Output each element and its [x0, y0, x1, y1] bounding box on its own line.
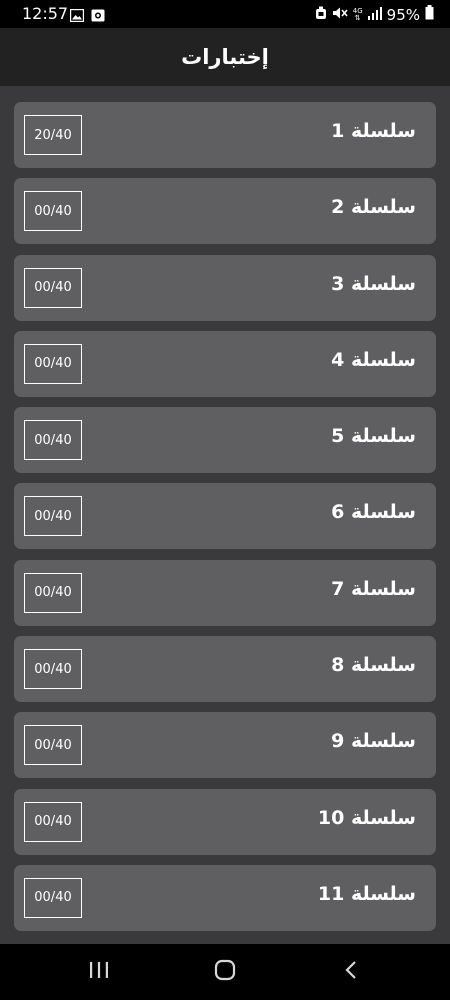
camera-icon	[91, 7, 105, 22]
series-item-score: 00/40	[24, 420, 82, 461]
mute-icon	[332, 5, 348, 24]
series-item-label: سلسلة 8	[331, 654, 416, 677]
back-icon	[344, 960, 358, 984]
home-icon	[214, 959, 236, 985]
series-item-score: 00/40	[24, 725, 82, 766]
series-item[interactable]: سلسلة 11 00/40	[14, 864, 436, 931]
series-item-score: 20/40	[24, 115, 82, 155]
series-item[interactable]: سلسلة 9 00/40	[14, 712, 436, 779]
series-item[interactable]: سلسلة 10 00/40	[14, 788, 436, 855]
series-item-label: سلسلة 4	[331, 348, 416, 371]
navigation-bar	[0, 944, 450, 1000]
series-item-label: سلسلة 3	[331, 272, 416, 295]
alarm-icon	[315, 5, 327, 24]
series-item[interactable]: سلسلة 6 00/40	[14, 483, 436, 550]
page-title: إختبارات	[181, 45, 269, 69]
series-item-score: 00/40	[24, 877, 82, 918]
status-time: 12:57	[22, 4, 69, 23]
series-item-score: 00/40	[24, 496, 82, 537]
battery-icon	[425, 5, 434, 24]
series-item-label: سلسلة 5	[331, 425, 416, 448]
signal-icon	[367, 5, 382, 24]
series-item-label: سلسلة 10	[317, 806, 416, 829]
series-item-score: 00/40	[24, 801, 82, 842]
series-item-label: سلسلة 2	[331, 196, 416, 219]
series-item-score: 00/40	[24, 649, 82, 690]
content-area[interactable]: سلسلة 1 20/40 سلسلة 2 00/40 سلسلة 3 00/4…	[0, 86, 450, 944]
battery-percent: 95%	[386, 5, 420, 24]
series-item[interactable]: سلسلة 1 20/40	[14, 102, 436, 168]
recent-apps-icon	[89, 961, 109, 983]
series-item-label: سلسلة 1	[331, 120, 416, 142]
network-icon: 4G ⇅	[352, 6, 363, 22]
series-item[interactable]: سلسلة 4 00/40	[14, 330, 436, 397]
series-item[interactable]: سلسلة 3 00/40	[14, 254, 436, 321]
app-bar: إختبارات	[0, 28, 450, 86]
status-bar: 12:57 4G ⇅ 95%	[0, 0, 450, 28]
home-button[interactable]	[210, 958, 240, 986]
series-item-score: 00/40	[24, 191, 82, 232]
image-icon	[69, 7, 85, 23]
series-item-score: 00/40	[24, 572, 82, 613]
series-item[interactable]: سلسلة 8 00/40	[14, 636, 436, 703]
status-left-icons	[69, 7, 105, 23]
series-item-score: 00/40	[24, 267, 82, 308]
series-item[interactable]: سلسلة 5 00/40	[14, 407, 436, 474]
series-item-score: 00/40	[24, 343, 82, 384]
recent-apps-button[interactable]	[84, 958, 114, 986]
series-item-label: سلسلة 6	[331, 501, 416, 524]
series-item-label: سلسلة 9	[331, 730, 416, 753]
status-right-icons: 4G ⇅ 95%	[315, 5, 434, 24]
series-item[interactable]: سلسلة 7 00/40	[14, 559, 436, 626]
series-item[interactable]: سلسلة 2 00/40	[14, 178, 436, 245]
series-item-label: سلسلة 7	[331, 577, 416, 600]
series-item-label: سلسلة 11	[317, 882, 416, 905]
series-list: سلسلة 1 20/40 سلسلة 2 00/40 سلسلة 3 00/4…	[14, 102, 436, 941]
back-button[interactable]	[336, 958, 366, 986]
